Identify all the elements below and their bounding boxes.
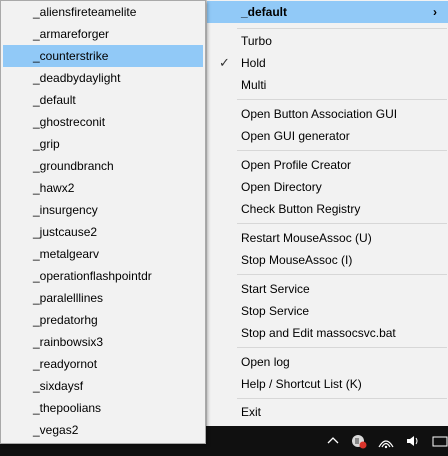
menu-item-label: Help / Shortcut List (K): [241, 377, 362, 391]
profile-item-label: _aliensfireteamelite: [33, 5, 137, 19]
profile-item[interactable]: _predatorhg: [3, 309, 203, 331]
profile-submenu-label: _default: [241, 5, 288, 19]
profile-item-label: _vegas2: [33, 423, 79, 437]
menu-separator: [237, 223, 447, 224]
menu-item-open-gui-generator[interactable]: Open GUI generator: [207, 125, 448, 147]
menu-item-stop-mouseassoc[interactable]: Stop MouseAssoc (I): [207, 249, 448, 271]
profile-item[interactable]: _paralelllines: [3, 287, 203, 309]
menu-item-label: Stop and Edit massocsvc.bat: [241, 326, 396, 340]
profile-item-label: _counterstrike: [33, 49, 109, 63]
keyboard-icon[interactable]: [432, 432, 448, 450]
profile-item[interactable]: _readyornot: [3, 353, 203, 375]
menu-item-label: Check Button Registry: [241, 202, 361, 216]
context-menu: _default › Turbo ✓ Hold Multi Open Butto…: [206, 0, 448, 426]
menu-item-label: Open GUI generator: [241, 129, 350, 143]
profile-item[interactable]: _grip: [3, 133, 203, 155]
profile-item-label: _rainbowsix3: [33, 335, 104, 349]
profile-item-label: _justcause2: [33, 225, 98, 239]
app-tray-icon[interactable]: [350, 432, 368, 450]
wifi-icon[interactable]: [377, 432, 395, 450]
menu-separator: [237, 398, 447, 399]
menu-item-exit[interactable]: Exit: [207, 401, 448, 423]
profile-item-label: _metalgearv: [33, 247, 100, 261]
profile-item-label: _insurgency: [33, 203, 98, 217]
menu-item-start-service[interactable]: Start Service: [207, 278, 448, 300]
profile-item[interactable]: _hawx2: [3, 177, 203, 199]
menu-item-check-button-registry[interactable]: Check Button Registry: [207, 198, 448, 220]
menu-item-label: Turbo: [241, 34, 272, 48]
menu-item-open-profile-creator[interactable]: Open Profile Creator: [207, 154, 448, 176]
menu-separator: [237, 150, 447, 151]
menu-separator: [237, 28, 447, 29]
menu-item-label: Restart MouseAssoc (U): [241, 231, 372, 245]
menu-item-label: Start Service: [241, 282, 310, 296]
menu-item-label: Open log: [241, 355, 290, 369]
menu-item-turbo[interactable]: Turbo: [207, 30, 448, 52]
profile-item-label: _armareforger: [33, 27, 110, 41]
checkmark-icon: ✓: [219, 55, 230, 70]
profile-item-label: _ghostreconit: [33, 115, 106, 129]
profile-item[interactable]: _groundbranch: [3, 155, 203, 177]
menu-item-hold[interactable]: ✓ Hold: [207, 52, 448, 74]
profile-item[interactable]: _rainbowsix3: [3, 331, 203, 353]
chevron-up-icon[interactable]: [326, 432, 340, 450]
profile-item-label: _default: [33, 93, 76, 107]
profiles-submenu: _aliensfireteamelite _armareforger _coun…: [0, 0, 206, 444]
profile-item-label: _paralelllines: [33, 291, 104, 305]
profile-item[interactable]: _sixdaysf: [3, 375, 203, 397]
menu-separator: [237, 99, 447, 100]
menu-separator: [237, 274, 447, 275]
menu-item-help-shortcut-list[interactable]: Help / Shortcut List (K): [207, 373, 448, 395]
profile-item-selected[interactable]: _counterstrike: [3, 45, 203, 67]
profile-item[interactable]: _armareforger: [3, 23, 203, 45]
profile-item-label: _sixdaysf: [33, 379, 84, 393]
profile-item[interactable]: _vegas2: [3, 419, 203, 441]
profile-item-label: _operationflashpointdr: [33, 269, 152, 283]
menu-item-label: Open Button Association GUI: [241, 107, 398, 121]
profile-item[interactable]: _operationflashpointdr: [3, 265, 203, 287]
menu-item-label: Hold: [241, 56, 266, 70]
menu-item-label: Open Profile Creator: [241, 158, 352, 172]
menu-item-restart-mouseassoc[interactable]: Restart MouseAssoc (U): [207, 227, 448, 249]
profile-item[interactable]: _metalgearv: [3, 243, 203, 265]
volume-icon[interactable]: [405, 432, 421, 450]
menu-separator: [237, 347, 447, 348]
menu-item-label: Multi: [241, 78, 267, 92]
profile-item[interactable]: _deadbydaylight: [3, 67, 203, 89]
profile-item-label: _predatorhg: [33, 313, 98, 327]
menu-item-multi[interactable]: Multi: [207, 74, 448, 96]
menu-item-open-button-association-gui[interactable]: Open Button Association GUI: [207, 103, 448, 125]
menu-item-open-directory[interactable]: Open Directory: [207, 176, 448, 198]
profile-item-label: _deadbydaylight: [33, 71, 121, 85]
profile-item[interactable]: _ghostreconit: [3, 111, 203, 133]
menu-item-label: Stop MouseAssoc (I): [241, 253, 353, 267]
profile-item-label: _readyornot: [33, 357, 98, 371]
profile-item[interactable]: _insurgency: [3, 199, 203, 221]
chevron-right-icon: ›: [433, 5, 437, 19]
profile-item[interactable]: _thepoolians: [3, 397, 203, 419]
profile-item-label: _groundbranch: [33, 159, 114, 173]
menu-item-open-log[interactable]: Open log: [207, 351, 448, 373]
menu-item-label: Stop Service: [241, 304, 310, 318]
menu-item-label: Open Directory: [241, 180, 322, 194]
menu-item-stop-and-edit[interactable]: Stop and Edit massocsvc.bat: [207, 322, 448, 344]
profile-item-label: _thepoolians: [33, 401, 102, 415]
profile-submenu-item[interactable]: _default ›: [207, 1, 448, 23]
profile-item-label: _hawx2: [33, 181, 75, 195]
profile-item[interactable]: _justcause2: [3, 221, 203, 243]
menu-item-label: Exit: [241, 405, 262, 419]
profile-item-label: _grip: [33, 137, 60, 151]
profile-item[interactable]: _aliensfireteamelite: [3, 1, 203, 23]
menu-item-stop-service[interactable]: Stop Service: [207, 300, 448, 322]
profile-item[interactable]: _default: [3, 89, 203, 111]
